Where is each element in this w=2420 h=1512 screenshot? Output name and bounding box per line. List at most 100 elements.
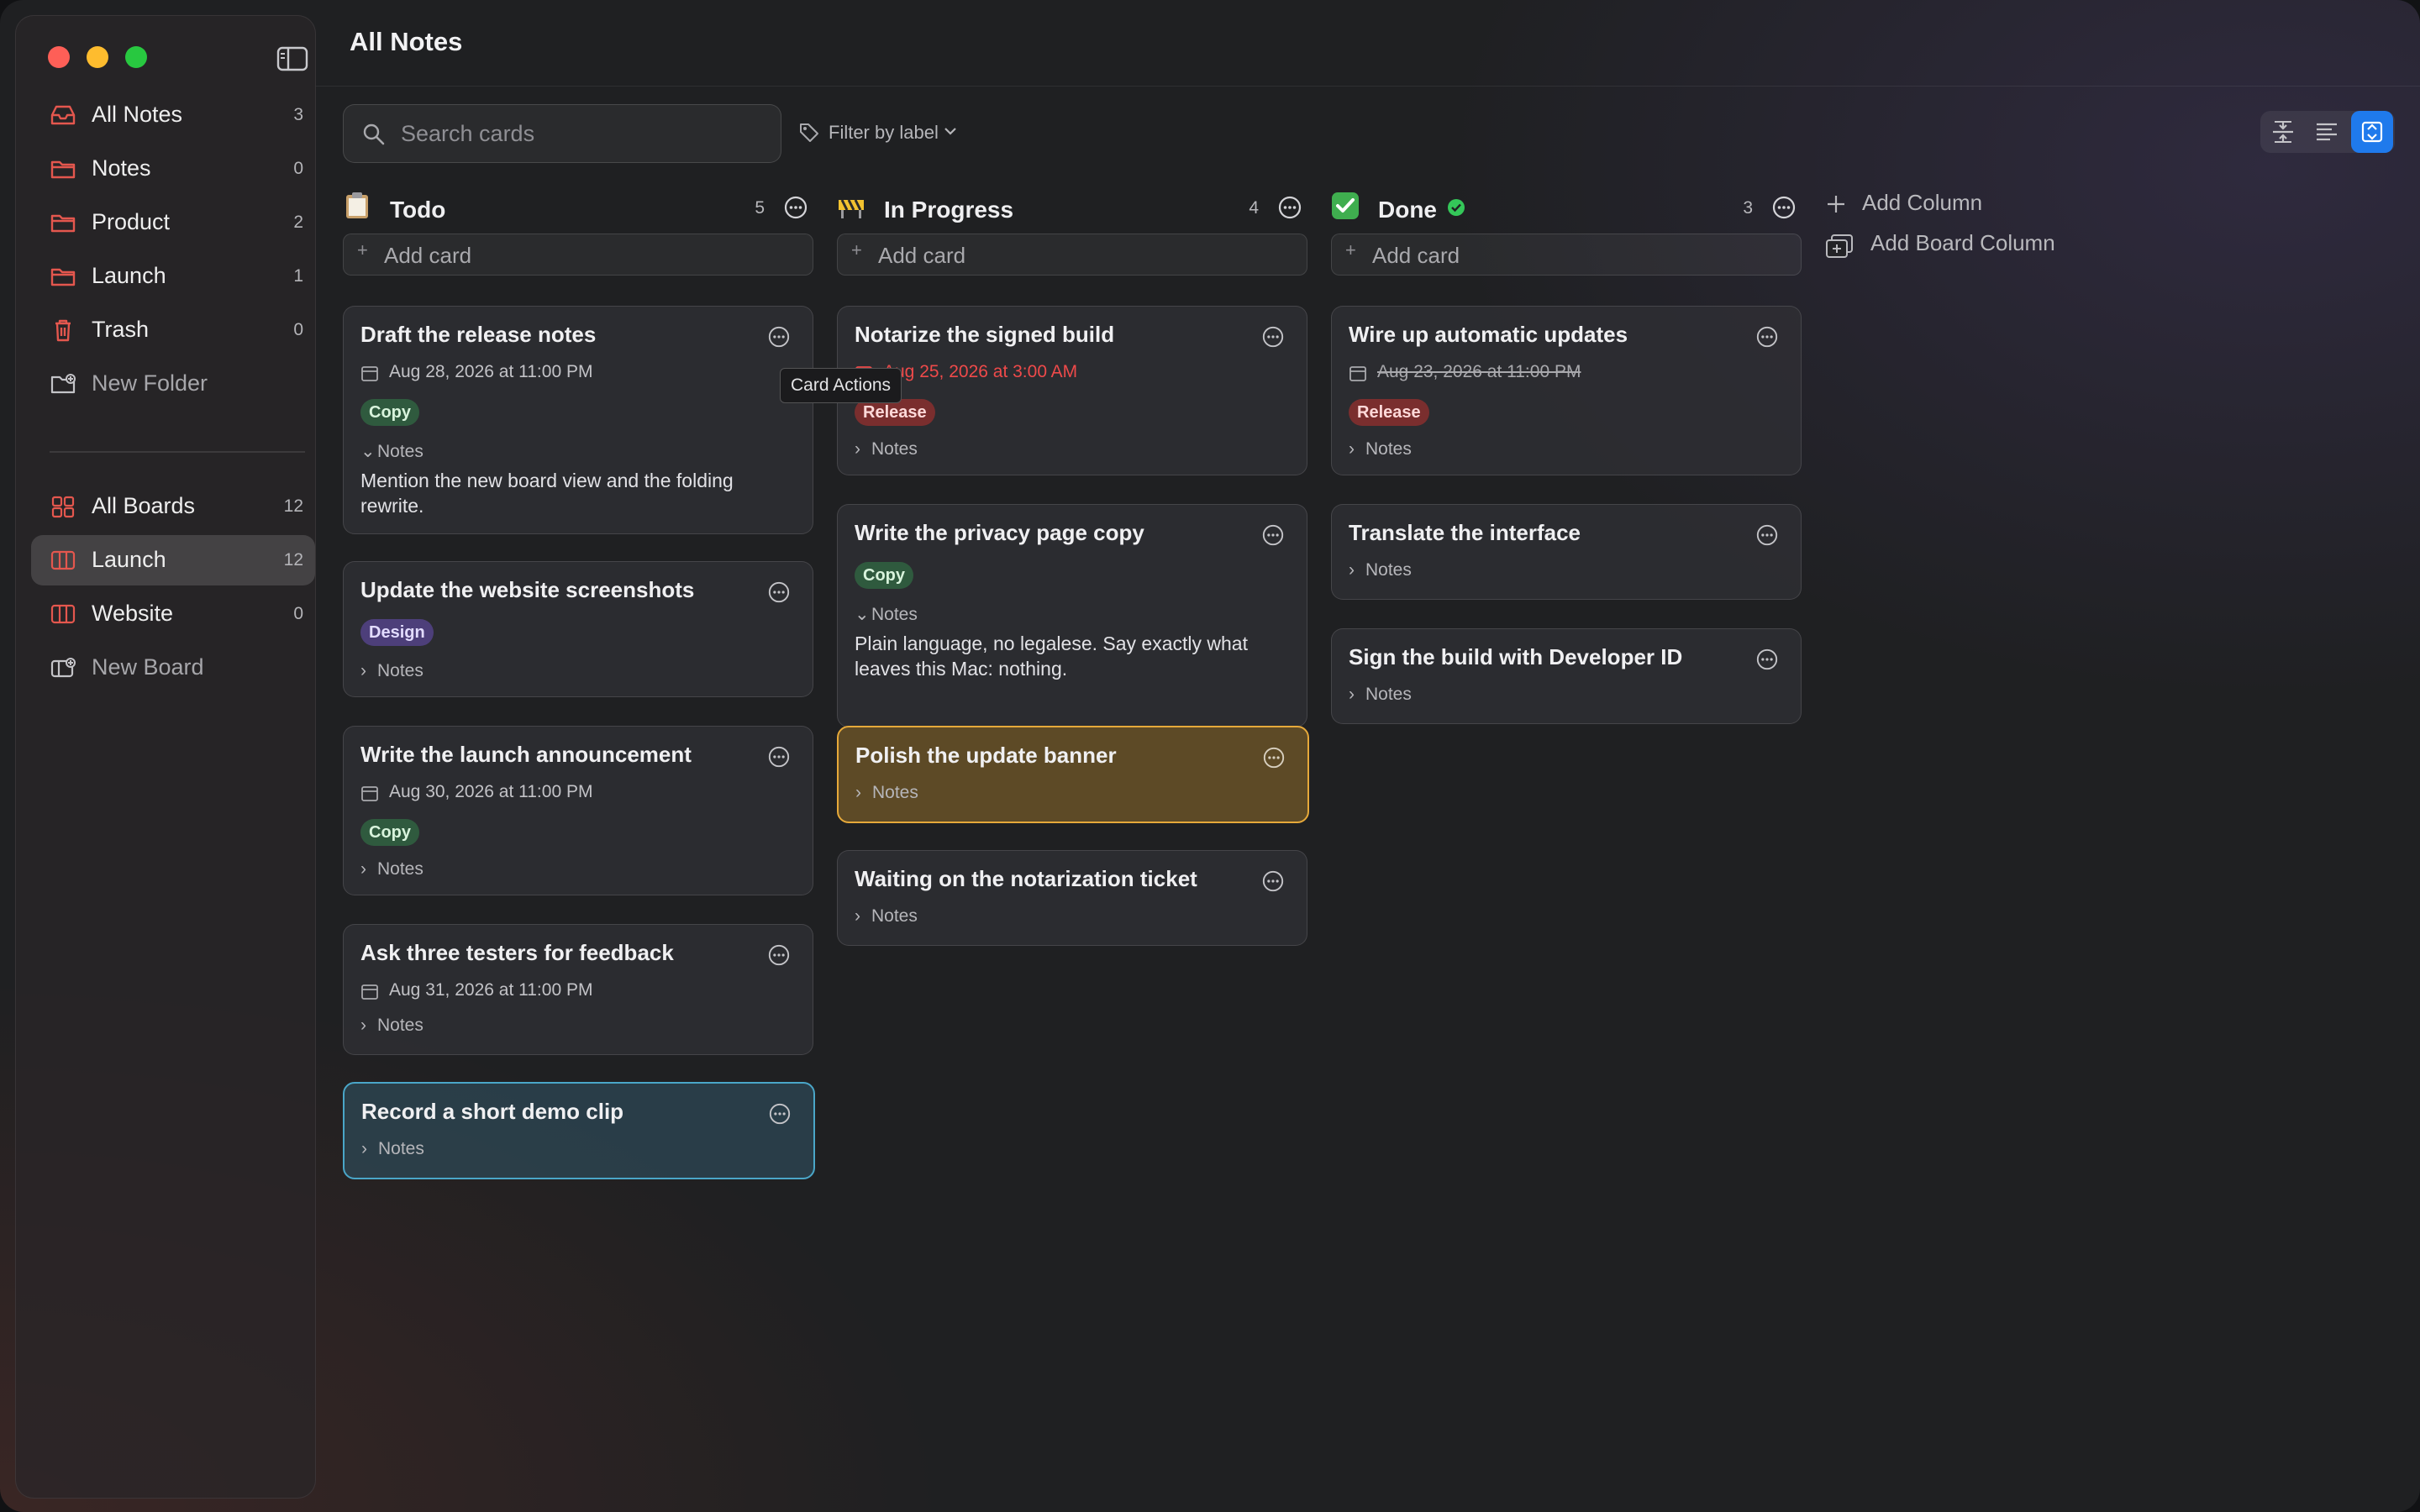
- more-icon[interactable]: [1771, 195, 1797, 220]
- card-notes[interactable]: Mention the new board view and the foldi…: [360, 468, 797, 518]
- close-window-button[interactable]: [48, 46, 70, 68]
- card-actions-icon[interactable]: [767, 745, 791, 769]
- card[interactable]: Write the privacy page copy Copy ⌄ Notes …: [837, 504, 1307, 727]
- notes-toggle[interactable]: › Notes: [360, 1016, 424, 1036]
- column-title[interactable]: Done: [1378, 197, 1437, 223]
- card[interactable]: Notarize the signed build Aug 25, 2026 a…: [837, 306, 1307, 475]
- label-badge[interactable]: Design: [360, 619, 434, 646]
- sidebar-item-notes[interactable]: Notes 0: [31, 144, 315, 194]
- label-badge[interactable]: Copy: [360, 399, 419, 426]
- card-notes[interactable]: Plain language, no legalese. Say exactly…: [855, 631, 1292, 681]
- text-view-button[interactable]: [2306, 111, 2348, 153]
- expand-view-button[interactable]: [2351, 111, 2393, 153]
- notes-toggle[interactable]: › Notes: [360, 661, 424, 681]
- card-title: Notarize the signed build: [855, 322, 1115, 347]
- notes-toggle[interactable]: ⌄ Notes: [855, 604, 918, 625]
- sidebar-item-count: 0: [293, 320, 303, 339]
- chevron-down-icon: ⌄: [360, 442, 376, 461]
- sidebar-item-website[interactable]: Website 0: [31, 589, 315, 639]
- sidebar-item-label: Website: [92, 601, 174, 626]
- notes-toggle[interactable]: › Notes: [855, 783, 918, 803]
- notes-toggle[interactable]: › Notes: [1349, 560, 1412, 580]
- card-actions-tooltip: Card Actions: [780, 368, 902, 403]
- card-actions-icon[interactable]: [767, 943, 791, 967]
- card[interactable]: Wire up automatic updates Aug 23, 2026 a…: [1331, 306, 1802, 475]
- notes-toggle[interactable]: ⌄ Notes: [360, 441, 424, 462]
- card[interactable]: Translate the interface › Notes: [1331, 504, 1802, 600]
- sidebar-item-count: 12: [283, 550, 303, 570]
- card[interactable]: Ask three testers for feedback Aug 31, 2…: [343, 924, 813, 1055]
- sidebar-item-label: All Boards: [92, 493, 196, 518]
- label-badge[interactable]: Copy: [360, 819, 419, 846]
- more-icon[interactable]: [783, 195, 808, 220]
- card-actions-icon[interactable]: [767, 580, 791, 604]
- sidebar-item-label: Product: [92, 209, 171, 234]
- chevron-right-icon: ›: [855, 783, 861, 802]
- card-actions-icon[interactable]: [1755, 523, 1779, 547]
- folder-icon: [50, 214, 76, 233]
- add-card-label: Add card: [384, 243, 472, 268]
- filter-label: Filter by label: [829, 122, 939, 143]
- chevron-right-icon: ›: [855, 906, 860, 926]
- search-field[interactable]: Search cards: [343, 104, 781, 163]
- notes-toggle[interactable]: › Notes: [360, 859, 424, 879]
- sidebar-item-all-notes[interactable]: All Notes 3: [31, 90, 315, 140]
- sidebar-item-launch-folder[interactable]: Launch 1: [31, 251, 315, 302]
- notes-toggle[interactable]: › Notes: [855, 906, 918, 927]
- due-date-text: Aug 30, 2026 at 11:00 PM: [389, 782, 593, 801]
- notes-toggle[interactable]: › Notes: [361, 1139, 424, 1159]
- notes-toggle[interactable]: › Notes: [1349, 439, 1412, 459]
- card[interactable]: Update the website screenshots Design › N…: [343, 561, 813, 697]
- card-actions-icon[interactable]: [767, 325, 791, 349]
- notes-toggle-label: Notes: [377, 661, 424, 680]
- card[interactable]: Write the launch announcement Aug 30, 20…: [343, 726, 813, 895]
- column-title[interactable]: In Progress: [884, 197, 1013, 223]
- card-actions-icon[interactable]: [1261, 325, 1285, 349]
- column-header: In Progress 4: [837, 185, 1307, 232]
- new-folder-button[interactable]: New Folder: [31, 359, 315, 409]
- sidebar-item-trash[interactable]: Trash 0: [31, 305, 315, 355]
- minimize-window-button[interactable]: [87, 46, 108, 68]
- compact-view-button[interactable]: [2262, 111, 2304, 153]
- more-icon[interactable]: [1277, 195, 1302, 220]
- sidebar-item-label: Launch: [92, 547, 166, 572]
- zoom-window-button[interactable]: [125, 46, 147, 68]
- sidebar-divider: [50, 451, 305, 453]
- construction-icon: [839, 199, 864, 218]
- add-card-button[interactable]: + Add card: [343, 234, 813, 276]
- sidebar-item-product[interactable]: Product 2: [31, 197, 315, 248]
- column-title[interactable]: Todo: [390, 197, 445, 223]
- card[interactable]: Record a short demo clip › Notes: [343, 1082, 815, 1179]
- card-actions-icon[interactable]: [1755, 325, 1779, 349]
- checkmark-seal-icon: [1448, 199, 1465, 216]
- text-align-left-icon: [2317, 123, 2337, 141]
- sidebar-toggle-icon[interactable]: [276, 46, 308, 71]
- card-actions-icon[interactable]: [1755, 648, 1779, 671]
- card-actions-icon[interactable]: [1261, 523, 1285, 547]
- card-actions-icon[interactable]: [1261, 869, 1285, 893]
- boards-nav: All Boards 12 Launch 12 Website 0 New Bo…: [31, 481, 315, 696]
- sidebar-item-launch-board[interactable]: Launch 12: [31, 535, 315, 585]
- card[interactable]: Sign the build with Developer ID › Notes: [1331, 628, 1802, 724]
- sidebar-item-label: All Notes: [92, 102, 183, 127]
- card[interactable]: Draft the release notes Aug 28, 2026 at …: [343, 306, 813, 534]
- card[interactable]: Polish the update banner › Notes: [837, 726, 1309, 823]
- column-header: Done 3: [1331, 185, 1802, 232]
- new-board-icon: [50, 658, 76, 678]
- add-column-label: Add Column: [1862, 190, 1983, 215]
- notes-toggle-label: Notes: [1365, 439, 1412, 459]
- notes-toggle[interactable]: › Notes: [855, 439, 918, 459]
- add-card-button[interactable]: + Add card: [1331, 234, 1802, 276]
- card-actions-icon[interactable]: [1262, 746, 1286, 769]
- card-title: Update the website screenshots: [360, 577, 695, 602]
- add-card-button[interactable]: + Add card: [837, 234, 1307, 276]
- chevron-right-icon: ›: [1349, 685, 1355, 704]
- label-badge[interactable]: Copy: [855, 562, 913, 589]
- card-actions-icon[interactable]: [768, 1102, 792, 1126]
- new-board-button[interactable]: New Board: [31, 643, 315, 693]
- notes-toggle[interactable]: › Notes: [1349, 685, 1412, 705]
- label-badge[interactable]: Release: [1349, 399, 1429, 426]
- sidebar-item-all-boards[interactable]: All Boards 12: [31, 481, 315, 532]
- sidebar-item-count: 12: [283, 496, 303, 516]
- card[interactable]: Waiting on the notarization ticket › Note…: [837, 850, 1307, 946]
